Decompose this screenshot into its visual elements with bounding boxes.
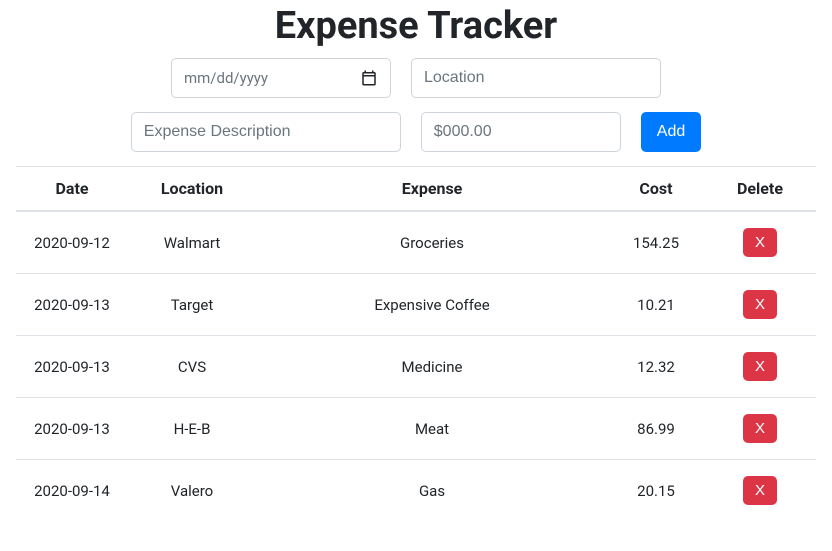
cell-delete: X	[704, 336, 816, 398]
form-row-1: mm/dd/yyyy	[16, 58, 816, 98]
header-cost: Cost	[608, 167, 704, 212]
table-row: 2020-09-13H-E-BMeat86.99 X	[16, 398, 816, 460]
cell-cost: 10.21	[608, 274, 704, 336]
cell-location: H-E-B	[128, 398, 256, 460]
cell-delete: X	[704, 460, 816, 522]
header-location: Location	[128, 167, 256, 212]
cost-input[interactable]	[421, 112, 621, 152]
header-delete: Delete	[704, 167, 816, 212]
add-button[interactable]: Add	[641, 112, 701, 152]
cell-delete: X	[704, 211, 816, 274]
cell-date: 2020-09-13	[16, 274, 128, 336]
cell-cost: 12.32	[608, 336, 704, 398]
delete-button[interactable]: X	[743, 476, 777, 505]
delete-button[interactable]: X	[743, 414, 777, 443]
cell-date: 2020-09-14	[16, 460, 128, 522]
cell-location: Valero	[128, 460, 256, 522]
cell-date: 2020-09-13	[16, 336, 128, 398]
cell-expense: Expensive Coffee	[256, 274, 608, 336]
cell-date: 2020-09-12	[16, 211, 128, 274]
cell-delete: X	[704, 274, 816, 336]
expenses-table: Date Location Expense Cost Delete 2020-0…	[16, 166, 816, 521]
cell-date: 2020-09-13	[16, 398, 128, 460]
cell-cost: 86.99	[608, 398, 704, 460]
cell-location: Target	[128, 274, 256, 336]
delete-button[interactable]: X	[743, 290, 777, 319]
description-input[interactable]	[131, 112, 401, 152]
table-row: 2020-09-14ValeroGas20.15 X	[16, 460, 816, 522]
page-title: Expense Tracker	[16, 4, 816, 48]
delete-button[interactable]: X	[743, 228, 777, 257]
table-row: 2020-09-13TargetExpensive Coffee10.21 X	[16, 274, 816, 336]
cell-cost: 20.15	[608, 460, 704, 522]
calendar-icon	[360, 69, 378, 87]
date-placeholder: mm/dd/yyyy	[184, 69, 268, 87]
date-input[interactable]: mm/dd/yyyy	[171, 58, 391, 98]
table-row: 2020-09-12WalmartGroceries154.25 X	[16, 211, 816, 274]
cell-expense: Groceries	[256, 211, 608, 274]
location-input[interactable]	[411, 58, 661, 98]
header-date: Date	[16, 167, 128, 212]
header-expense: Expense	[256, 167, 608, 212]
cell-delete: X	[704, 398, 816, 460]
cell-location: CVS	[128, 336, 256, 398]
cell-expense: Medicine	[256, 336, 608, 398]
cell-cost: 154.25	[608, 211, 704, 274]
cell-expense: Gas	[256, 460, 608, 522]
form-row-2: Add	[16, 112, 816, 152]
cell-location: Walmart	[128, 211, 256, 274]
cell-expense: Meat	[256, 398, 608, 460]
table-row: 2020-09-13CVSMedicine12.32 X	[16, 336, 816, 398]
delete-button[interactable]: X	[743, 352, 777, 381]
